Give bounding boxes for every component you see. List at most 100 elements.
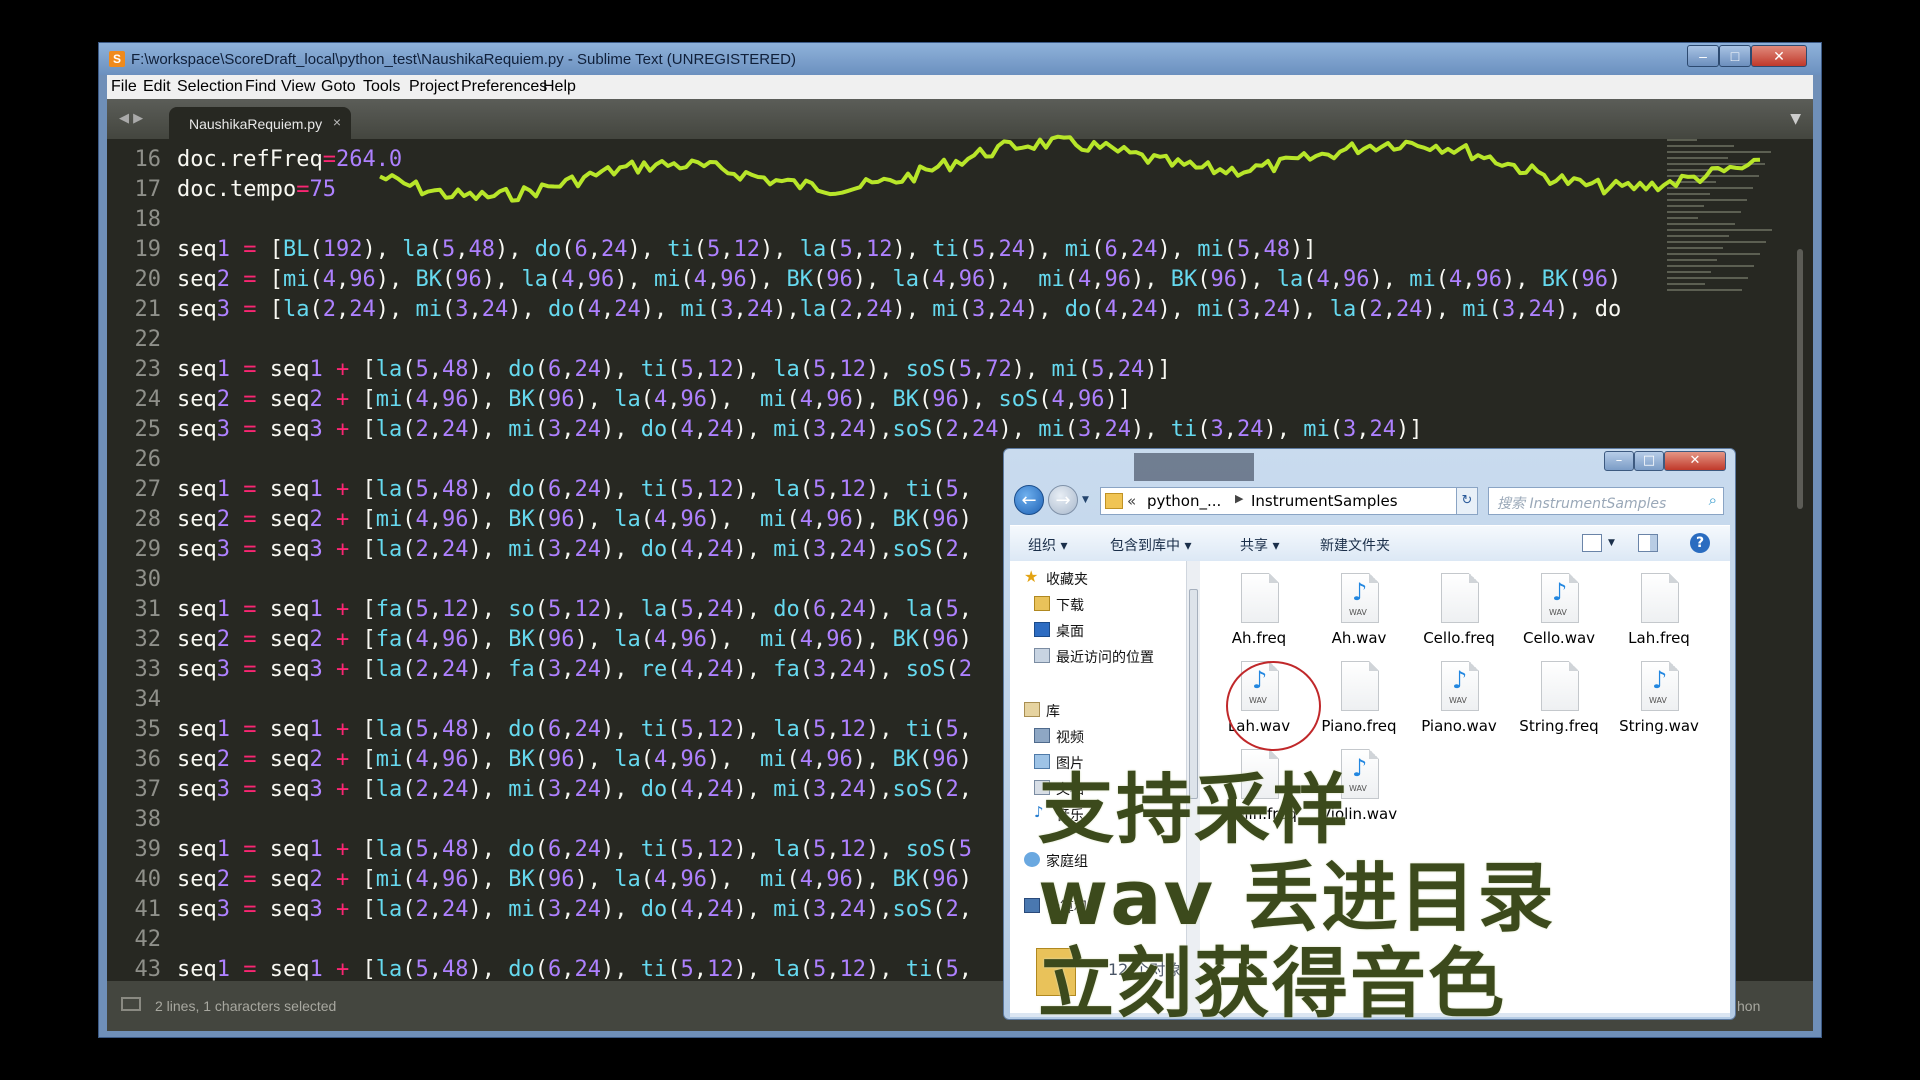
tab-close-icon[interactable]: × [333, 114, 341, 130]
code-line[interactable]: seq2 = seq2 + [fa(4,96), BK(96), la(4,96… [177, 625, 972, 655]
nav-label: 视频 [1056, 730, 1084, 746]
menu-preferences[interactable]: Preferences [461, 78, 547, 96]
organize-button[interactable]: 组织 ▾ [1028, 535, 1067, 555]
menu-find[interactable]: Find [245, 78, 276, 96]
menu-selection[interactable]: Selection [177, 78, 243, 96]
menu-help[interactable]: Help [543, 78, 576, 96]
code-line[interactable]: seq2 = seq2 + [mi(4,96), BK(96), la(4,96… [177, 865, 972, 895]
file-icon [1541, 661, 1579, 711]
line-number-gutter: 16 17 18 19 20 21 22 23 24 25 26 27 28 29 30 31 32 33 34 35… [107, 139, 162, 981]
file-name: Cello.wav [1522, 629, 1596, 647]
history-dropdown-icon[interactable]: ▼ [1082, 495, 1089, 505]
minimap-line [1667, 289, 1742, 291]
preview-pane-icon[interactable] [1638, 534, 1658, 552]
address-bar[interactable]: « python_... ▶ InstrumentSamples ▼ [1100, 487, 1476, 515]
code-line[interactable]: seq1 = seq1 + [la(5,48), do(6,24), ti(5,… [177, 835, 972, 865]
file-name: Piano.wav [1421, 717, 1497, 735]
music-note-icon: ♪ [1552, 578, 1568, 606]
wav-file-icon: ♪ WAV [1541, 573, 1579, 623]
minimap-line [1667, 259, 1717, 261]
refresh-icon[interactable]: ↻ [1456, 487, 1478, 515]
minimize-button[interactable]: – [1687, 45, 1719, 67]
code-line[interactable]: seq2 = seq2 + [mi(4,96), BK(96), la(4,96… [177, 505, 972, 535]
folder-icon [1105, 493, 1123, 509]
minimap-line [1667, 253, 1760, 255]
code-line[interactable]: seq1 = seq1 + [fa(5,12), so(5,12), la(5,… [177, 595, 972, 625]
close-button[interactable]: ✕ [1751, 45, 1807, 67]
explorer-maximize-button[interactable]: □ [1634, 451, 1664, 471]
new-folder-button[interactable]: 新建文件夹 [1320, 535, 1390, 555]
include-in-library-button[interactable]: 包含到库中 ▾ [1110, 535, 1191, 555]
code-line[interactable]: seq3 = seq3 + [la(2,24), mi(3,24), do(4,… [177, 895, 972, 925]
search-input[interactable]: 搜索 InstrumentSamples ⌕ [1488, 487, 1724, 515]
syntax-status[interactable]: hon [1737, 998, 1760, 1014]
code-line[interactable]: seq2 = seq2 + [mi(4,96), BK(96), la(4,96… [177, 385, 1131, 415]
code-line[interactable]: seq3 = [la(2,24), mi(3,24), do(4,24), mi… [177, 295, 1621, 325]
file-item[interactable]: Lah.freq [1610, 569, 1708, 653]
explorer-close-button[interactable]: ✕ [1664, 451, 1726, 471]
code-line[interactable]: seq2 = seq2 + [mi(4,96), BK(96), la(4,96… [177, 745, 972, 775]
menu-project[interactable]: Project [409, 78, 459, 96]
code-line[interactable]: seq1 = seq1 + [la(5,48), do(6,24), ti(5,… [177, 955, 972, 981]
code-line[interactable]: seq3 = seq3 + [la(2,24), fa(3,24), re(4,… [177, 655, 972, 685]
file-item[interactable]: ♪ WAV String.wav [1610, 657, 1708, 741]
minimap-line [1667, 163, 1765, 165]
breadcrumb-python[interactable]: python_... [1147, 492, 1221, 510]
wav-tag: WAV [1349, 784, 1367, 793]
tab-dropdown-icon[interactable]: ▼ [1790, 111, 1801, 127]
code-line[interactable]: seq1 = seq1 + [la(5,48), do(6,24), ti(5,… [177, 355, 1171, 385]
help-icon[interactable]: ? [1690, 533, 1710, 553]
file-item[interactable]: ♪ WAV Ah.wav [1310, 569, 1408, 653]
code-line[interactable]: seq3 = seq3 + [la(2,24), mi(3,24), do(4,… [177, 415, 1422, 445]
code-line[interactable]: seq3 = seq3 + [la(2,24), mi(3,24), do(4,… [177, 535, 972, 565]
line-number: 25 [134, 417, 162, 442]
share-button[interactable]: 共享 ▾ [1240, 535, 1279, 555]
code-line[interactable]: doc.tempo=75 [177, 175, 336, 205]
search-icon[interactable]: ⌕ [1709, 491, 1717, 509]
file-item[interactable]: Ah.freq [1210, 569, 1308, 653]
vertical-scrollbar[interactable] [1797, 249, 1803, 509]
minimap-line [1667, 217, 1698, 219]
file-item[interactable]: String.freq [1510, 657, 1608, 741]
tab-naushikarequiem[interactable]: NaushikaRequiem.py × [169, 107, 351, 139]
panel-toggle-icon[interactable] [121, 997, 141, 1011]
nav-label: 收藏夹 [1046, 572, 1088, 588]
menu-goto[interactable]: Goto [321, 78, 356, 96]
menu-file[interactable]: File [111, 78, 137, 96]
file-item[interactable]: Piano.freq [1310, 657, 1408, 741]
minimap-line [1667, 283, 1705, 285]
code-line[interactable]: seq1 = [BL(192), la(5,48), do(6,24), ti(… [177, 235, 1317, 265]
back-arrow-icon[interactable]: ← [1014, 485, 1044, 515]
code-line[interactable]: seq1 = seq1 + [la(5,48), do(6,24), ti(5,… [177, 715, 972, 745]
file-item[interactable]: ♪ WAV Piano.wav [1410, 657, 1508, 741]
forward-arrow-icon[interactable]: → [1048, 485, 1078, 515]
file-name: Ah.freq [1231, 629, 1287, 647]
minimap[interactable] [1667, 139, 1787, 319]
breadcrumb-separator-icon[interactable]: ▶ [1235, 492, 1243, 505]
maximize-button[interactable]: □ [1719, 45, 1751, 67]
breadcrumb-instrumentsamples[interactable]: InstrumentSamples [1251, 492, 1398, 510]
minimap-line [1667, 157, 1728, 159]
tab-nav-arrows-icon[interactable]: ◀ ▶ [119, 111, 143, 126]
file-item[interactable]: ♪ WAV Cello.wav [1510, 569, 1608, 653]
menu-view[interactable]: View [281, 78, 315, 96]
explorer-minimize-button[interactable]: – [1604, 451, 1634, 471]
code-line[interactable]: seq2 = [mi(4,96), BK(96), la(4,96), mi(4… [177, 265, 1621, 295]
view-dropdown-icon[interactable]: ▼ [1608, 538, 1615, 548]
change-view-icon[interactable] [1582, 534, 1602, 552]
file-item[interactable]: ♪ WAV Lah.wav [1210, 657, 1308, 741]
minimap-line [1667, 145, 1734, 147]
menu-edit[interactable]: Edit [143, 78, 171, 96]
code-line[interactable]: seq1 = seq1 + [la(5,48), do(6,24), ti(5,… [177, 475, 972, 505]
title-bar[interactable]: S F:\workspace\ScoreDraft_local\python_t… [99, 43, 1821, 75]
menu-tools[interactable]: Tools [363, 78, 400, 96]
minimap-line [1667, 211, 1741, 213]
file-item[interactable]: Cello.freq [1410, 569, 1508, 653]
code-line[interactable]: seq3 = seq3 + [la(2,24), mi(3,24), do(4,… [177, 775, 972, 805]
code-line[interactable]: doc.refFreq=264.0 [177, 145, 402, 175]
line-number: 32 [134, 627, 162, 652]
line-number: 20 [134, 267, 162, 292]
wav-file-icon: ♪ WAV [1241, 661, 1279, 711]
breadcrumb-overflow[interactable]: « [1127, 492, 1136, 510]
desktop-icon [1034, 622, 1050, 637]
